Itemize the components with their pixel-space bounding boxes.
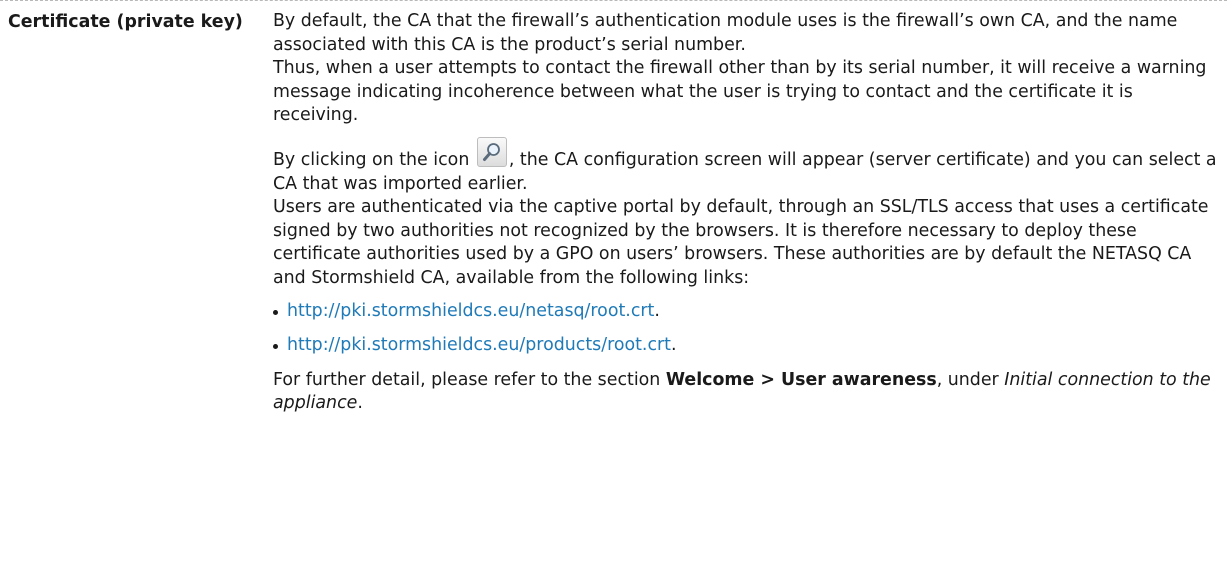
- bullet-icon: [273, 309, 278, 315]
- bullet-icon: [273, 344, 278, 350]
- link-products-root[interactable]: http://pki.stormshieldcs.eu/products/roo…: [287, 335, 671, 355]
- link-netasq-root[interactable]: http://pki.stormshieldcs.eu/netasq/root.…: [287, 301, 654, 321]
- sentence-default-ca: By default, the CA that the firewall’s a…: [273, 11, 1178, 55]
- further-lead: For further detail, please refer to the …: [273, 369, 666, 390]
- paragraph-further-detail: For further detail, please refer to the …: [273, 369, 1223, 416]
- text-before-icon: By clicking on the icon: [273, 149, 475, 170]
- sentence-warning: Thus, when a user attempts to contact th…: [273, 58, 1207, 126]
- further-end: .: [357, 393, 363, 414]
- link-list: http://pki.stormshieldcs.eu/netasq/root.…: [273, 300, 1223, 358]
- paragraph-default-ca: By default, the CA that the firewall’s a…: [273, 10, 1223, 128]
- magnifier-icon[interactable]: [476, 136, 507, 167]
- term-label: Certificate (private key): [8, 12, 243, 32]
- link-suffix: .: [671, 335, 677, 356]
- section-reference: Welcome > User awareness: [665, 369, 937, 390]
- further-mid: , under: [936, 369, 1005, 390]
- paragraph-captive-portal: Users are authenticated via the captive …: [273, 197, 1209, 288]
- list-item: http://pki.stormshieldcs.eu/products/roo…: [273, 334, 1223, 358]
- link-suffix: .: [654, 300, 660, 321]
- definition-row: Certificate (private key) By default, th…: [0, 0, 1227, 566]
- list-item: http://pki.stormshieldcs.eu/netasq/root.…: [273, 300, 1223, 324]
- description: By default, the CA that the firewall’s a…: [273, 10, 1223, 416]
- paragraph-icon: By clicking on the icon , the CA configu…: [273, 136, 1223, 196]
